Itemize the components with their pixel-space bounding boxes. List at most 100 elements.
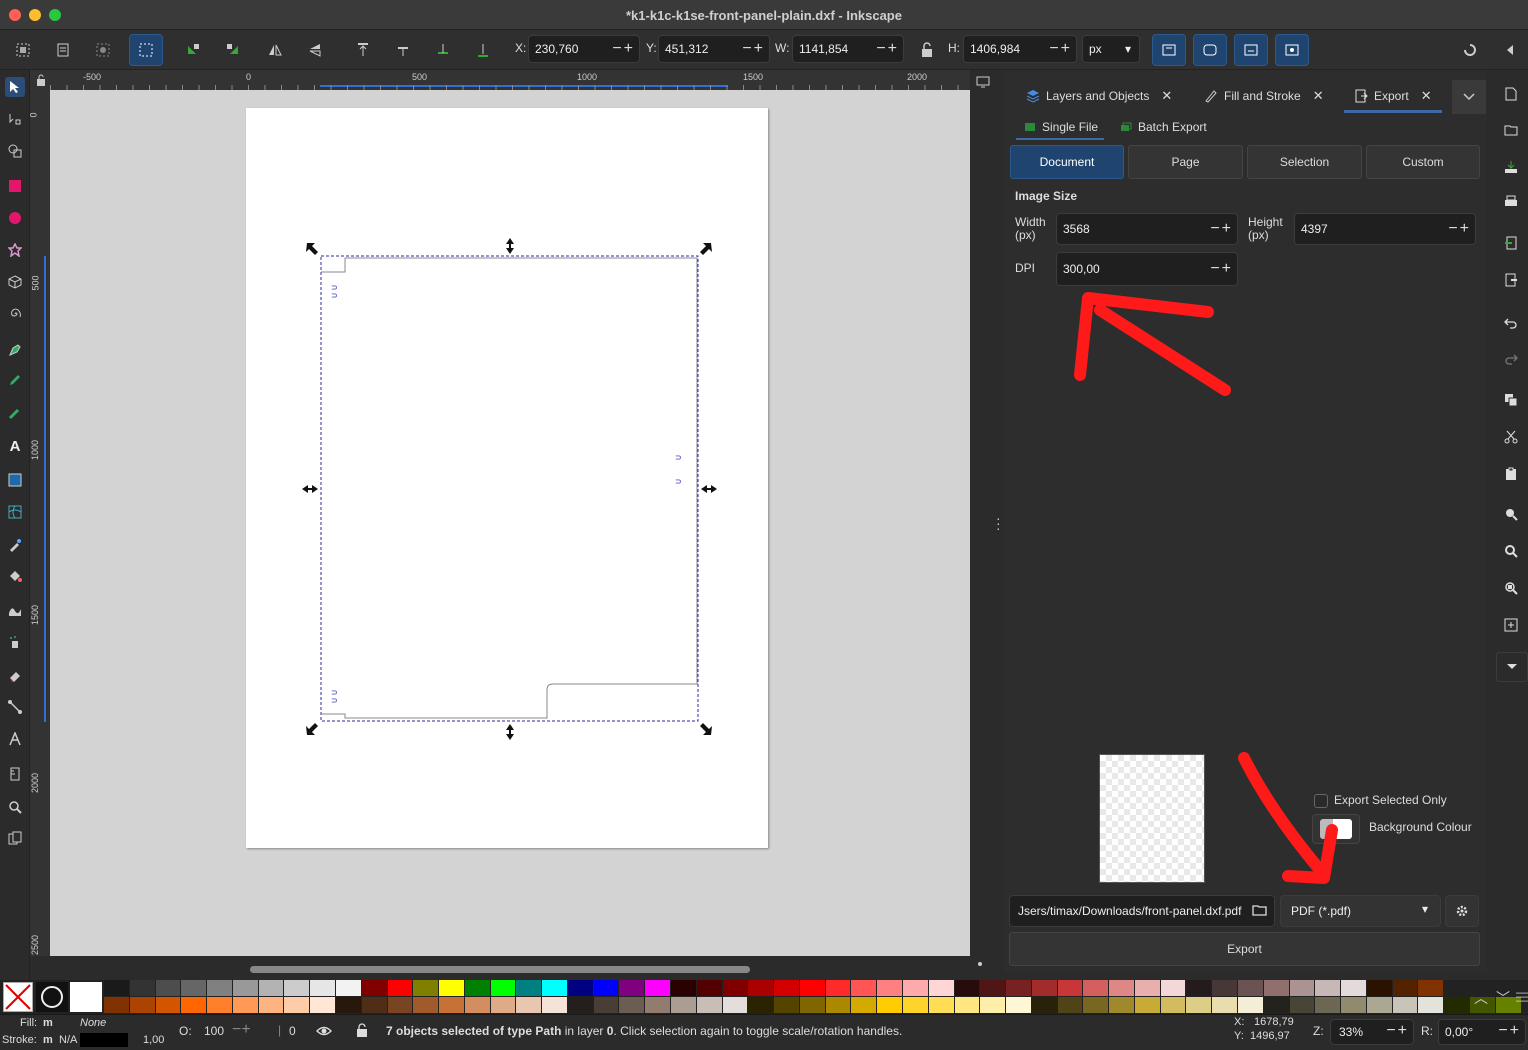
height-stepper-icon[interactable]: −+ <box>1448 220 1471 238</box>
dpi-input[interactable]: 300,00 −+ <box>1056 252 1238 286</box>
zoom-page-width-icon[interactable] <box>1501 615 1521 635</box>
palette-swatch[interactable] <box>593 997 619 1013</box>
palette-swatch[interactable] <box>1134 980 1160 996</box>
palette-swatch[interactable] <box>1160 997 1186 1013</box>
palette-swatch[interactable] <box>361 997 387 1013</box>
export-settings-gear-icon[interactable] <box>1445 895 1479 927</box>
palette-swatch[interactable] <box>980 980 1006 996</box>
palette-swatch[interactable] <box>1392 980 1418 996</box>
dock-resize-grip-icon[interactable]: · · · <box>996 511 1001 535</box>
palette-swatch[interactable] <box>1031 980 1057 996</box>
palette-swatch[interactable] <box>1109 980 1134 996</box>
opacity-stepper-icon[interactable]: −+ <box>232 1021 251 1039</box>
palette-swatch[interactable] <box>232 997 258 1013</box>
palette-swatch[interactable] <box>413 997 439 1013</box>
palette-swatch[interactable] <box>104 997 129 1013</box>
zoom-drawing-icon[interactable] <box>1501 541 1521 561</box>
palette-swatch[interactable] <box>774 980 799 996</box>
palette-swatch[interactable] <box>1392 997 1418 1013</box>
palette-swatch[interactable] <box>1057 997 1083 1013</box>
palette-swatch[interactable] <box>1109 997 1134 1013</box>
palette-swatch[interactable] <box>696 997 722 1013</box>
palette-swatch[interactable] <box>1186 980 1212 996</box>
palette-swatch[interactable] <box>877 997 902 1013</box>
palette-swatch[interactable] <box>825 980 851 996</box>
fill-none-indicator[interactable]: None <box>80 1017 106 1029</box>
height-input[interactable]: 4397 −+ <box>1294 213 1476 245</box>
palette-swatch[interactable] <box>980 997 1006 1013</box>
palette-swatch[interactable] <box>619 980 645 996</box>
palette-swatch[interactable] <box>1366 980 1392 996</box>
palette-swatch[interactable] <box>1315 980 1341 996</box>
palette-swatch[interactable] <box>1238 997 1263 1013</box>
palette-swatch[interactable] <box>1341 997 1366 1013</box>
palette-swatch[interactable] <box>439 980 464 996</box>
filename-input[interactable]: Jsers/timax/Downloads/front-panel.dxf.pd… <box>1009 895 1275 927</box>
no-paint-swatch[interactable] <box>3 982 33 1012</box>
palette-scroll-up-icon[interactable]: ︿ <box>1474 988 1488 1008</box>
area-custom-button[interactable]: Custom <box>1366 145 1480 179</box>
palette-swatch[interactable] <box>1186 997 1212 1013</box>
palette-swatch[interactable] <box>774 997 799 1013</box>
palette-swatch[interactable] <box>1366 997 1392 1013</box>
horizontal-scrollbar[interactable] <box>250 966 750 973</box>
stroke-swatch[interactable] <box>80 1033 128 1047</box>
close-tab-icon[interactable]: ✕ <box>1313 88 1324 104</box>
palette-swatch[interactable] <box>1006 997 1031 1013</box>
tab-layers-and-objects[interactable]: Layers and Objects ✕ <box>1026 80 1172 112</box>
palette-swatch[interactable] <box>748 997 774 1013</box>
palette-swatch[interactable] <box>284 980 310 996</box>
palette-swatch[interactable] <box>310 980 335 996</box>
area-selection-button[interactable]: Selection <box>1247 145 1362 179</box>
close-tab-icon[interactable]: ✕ <box>1161 88 1172 104</box>
export-document-icon[interactable] <box>1501 270 1521 290</box>
palette-swatch[interactable] <box>567 997 593 1013</box>
tab-export[interactable]: Export ✕ <box>1354 80 1432 112</box>
palette-swatch[interactable] <box>671 980 696 996</box>
copy-icon[interactable] <box>1501 390 1521 410</box>
zoom-page-icon[interactable] <box>1501 578 1521 598</box>
palette-swatch[interactable] <box>181 980 207 996</box>
palette-swatch[interactable] <box>1263 980 1289 996</box>
palette-swatch[interactable] <box>1315 997 1341 1013</box>
palette-swatch[interactable] <box>619 997 645 1013</box>
palette-swatch[interactable] <box>335 980 361 996</box>
folder-open-icon[interactable] <box>1252 903 1268 920</box>
palette-swatch[interactable] <box>335 997 361 1013</box>
palette-swatch[interactable] <box>516 980 542 996</box>
rotate-field[interactable]: 0,00° −+ <box>1438 1019 1526 1045</box>
close-tab-icon[interactable]: ✕ <box>1421 88 1432 104</box>
palette-swatch[interactable] <box>696 980 722 996</box>
palette-swatch[interactable] <box>722 997 748 1013</box>
rotate-stepper-icon[interactable]: −+ <box>1498 1022 1521 1040</box>
print-icon[interactable] <box>1501 192 1521 212</box>
palette-swatch[interactable] <box>1444 997 1469 1013</box>
palette-swatch[interactable] <box>954 980 980 996</box>
snap-menu-icon[interactable] <box>1497 38 1523 62</box>
paste-icon[interactable] <box>1501 464 1521 484</box>
palette-swatch[interactable] <box>1341 980 1366 996</box>
palette-swatch[interactable] <box>310 997 335 1013</box>
swatch-grid[interactable] <box>104 980 1521 1014</box>
palette-swatch[interactable] <box>387 997 413 1013</box>
width-input[interactable]: 3568 −+ <box>1056 213 1238 245</box>
palette-swatch[interactable] <box>928 980 954 996</box>
stroke-none-swatch[interactable] <box>36 982 68 1012</box>
import-icon[interactable] <box>1501 233 1521 253</box>
palette-swatch[interactable] <box>464 980 490 996</box>
palette-swatch[interactable] <box>902 997 928 1013</box>
palette-swatch[interactable] <box>748 980 774 996</box>
zoom-selection-icon[interactable] <box>1501 504 1521 524</box>
tab-fill-and-stroke[interactable]: Fill and Stroke ✕ <box>1204 80 1324 112</box>
move-patterns-icon[interactable] <box>1275 34 1309 66</box>
palette-swatch[interactable] <box>155 997 181 1013</box>
palette-swatch[interactable] <box>1031 997 1057 1013</box>
dpi-stepper-icon[interactable]: −+ <box>1210 260 1233 278</box>
palette-swatch[interactable] <box>439 997 464 1013</box>
palette-swatch[interactable] <box>207 997 232 1013</box>
palette-menu-icon[interactable]: — — — <box>1516 986 1528 1006</box>
palette-swatch[interactable] <box>1083 980 1109 996</box>
palette-swatch[interactable] <box>1289 980 1315 996</box>
palette-swatch[interactable] <box>1083 997 1109 1013</box>
subtab-single-file[interactable]: Single File <box>1024 114 1098 140</box>
